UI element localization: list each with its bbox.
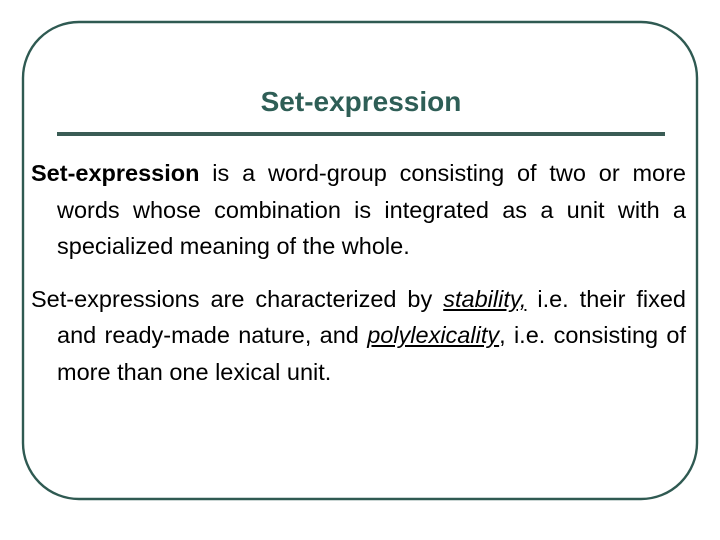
emphasis-polylexicality: polylexicality [367,322,500,348]
page-title: Set-expression [260,86,462,117]
term-set-expression: Set-expression [31,160,200,186]
emphasis-stability: stability, [443,285,527,312]
title-divider [57,132,665,136]
body-text-block: Set-expression is a word-group consistin… [31,155,686,390]
paragraph-characteristics: Set-expressions are characterized by sta… [31,281,686,391]
paragraph-definition: Set-expression is a word-group consistin… [31,155,686,265]
slide: Set-expression Set-expression is a word-… [0,0,720,540]
slide-content: Set-expression Set-expression is a word-… [0,0,720,540]
characteristics-text-part1: Set-expressions are characterized by [31,285,444,312]
